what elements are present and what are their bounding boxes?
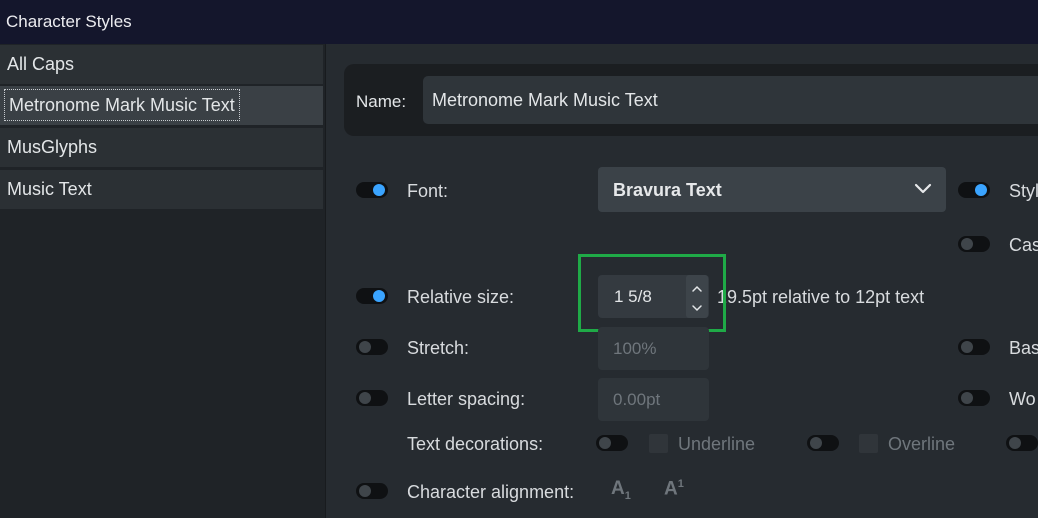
baseline-toggle[interactable] <box>958 339 990 355</box>
style-toggle[interactable] <box>958 182 990 198</box>
style-item-music-text[interactable]: Music Text <box>0 170 323 209</box>
underline-label: Underline <box>678 434 756 454</box>
toggle-knob <box>1009 437 1021 449</box>
subscript-mark: 1 <box>624 489 631 502</box>
overline-toggle[interactable] <box>807 435 839 451</box>
toggle-knob <box>359 485 371 497</box>
superscript-mark: 1 <box>677 478 684 490</box>
stretch-input[interactable]: 100% <box>598 327 709 370</box>
strikethrough-toggle[interactable] <box>1006 435 1038 451</box>
toggle-knob <box>373 184 385 196</box>
relative-size-label: Relative size: <box>407 287 515 307</box>
font-toggle[interactable] <box>356 182 388 198</box>
toggle-knob <box>373 290 385 302</box>
toggle-knob <box>359 341 371 353</box>
subscript-icon[interactable]: A1 <box>611 478 631 502</box>
toggle-knob <box>961 238 973 250</box>
case-toggle[interactable] <box>958 236 990 252</box>
toggle-knob <box>359 392 371 404</box>
style-editor-panel: Name: Font: Bravura Text Styl Cas Relati… <box>326 44 1038 518</box>
stretch-toggle[interactable] <box>356 339 388 355</box>
style-item-label: Music Text <box>7 179 92 199</box>
toggle-knob <box>599 437 611 449</box>
stretch-label: Stretch: <box>407 338 470 358</box>
title-bar: Character Styles <box>0 0 1038 44</box>
word-spacing-label: Wo <box>1009 389 1036 409</box>
underline-toggle[interactable] <box>596 435 628 451</box>
text-decorations-label: Text decorations: <box>407 434 544 454</box>
style-item-label: MusGlyphs <box>7 137 98 157</box>
font-dropdown[interactable]: Bravura Text <box>598 167 946 212</box>
toggle-knob <box>961 341 973 353</box>
style-item-musglyphs[interactable]: MusGlyphs <box>0 128 323 167</box>
style-item-all-caps[interactable]: All Caps <box>0 45 323 84</box>
toggle-knob <box>961 392 973 404</box>
superscript-letter: A <box>664 478 678 500</box>
name-panel: Name: <box>344 64 1038 136</box>
style-label: Styl <box>1009 181 1038 201</box>
name-input[interactable] <box>423 76 1038 124</box>
letter-spacing-input[interactable]: 0.00pt <box>598 378 709 421</box>
letter-spacing-toggle[interactable] <box>356 390 388 406</box>
relative-size-toggle[interactable] <box>356 288 388 304</box>
character-alignment-label: Character alignment: <box>407 482 575 502</box>
case-label: Cas <box>1009 235 1038 255</box>
chevron-down-icon <box>914 183 932 194</box>
baseline-label: Bas <box>1009 338 1038 358</box>
letter-spacing-label: Letter spacing: <box>407 389 526 409</box>
toggle-knob <box>810 437 822 449</box>
name-label: Name: <box>356 92 407 111</box>
superscript-icon[interactable]: A1 <box>664 478 684 500</box>
styles-list: All Caps Metronome Mark Music Text MusGl… <box>0 44 326 518</box>
window-title: Character Styles <box>6 12 132 31</box>
highlight-box <box>578 254 726 332</box>
style-item-metronome-mark-music-text[interactable]: Metronome Mark Music Text <box>0 86 323 125</box>
style-item-label: Metronome Mark Music Text <box>4 89 240 121</box>
underline-checkbox[interactable] <box>649 434 668 453</box>
character-alignment-toggle[interactable] <box>356 483 388 499</box>
subscript-letter: A <box>611 478 625 499</box>
font-value: Bravura Text <box>613 180 722 200</box>
toggle-knob <box>975 184 987 196</box>
overline-checkbox[interactable] <box>859 434 878 453</box>
word-spacing-toggle[interactable] <box>958 390 990 406</box>
font-label: Font: <box>407 181 449 201</box>
style-item-label: All Caps <box>7 54 75 74</box>
relative-size-note: 19.5pt relative to 12pt text <box>717 287 925 307</box>
overline-label: Overline <box>888 434 956 454</box>
